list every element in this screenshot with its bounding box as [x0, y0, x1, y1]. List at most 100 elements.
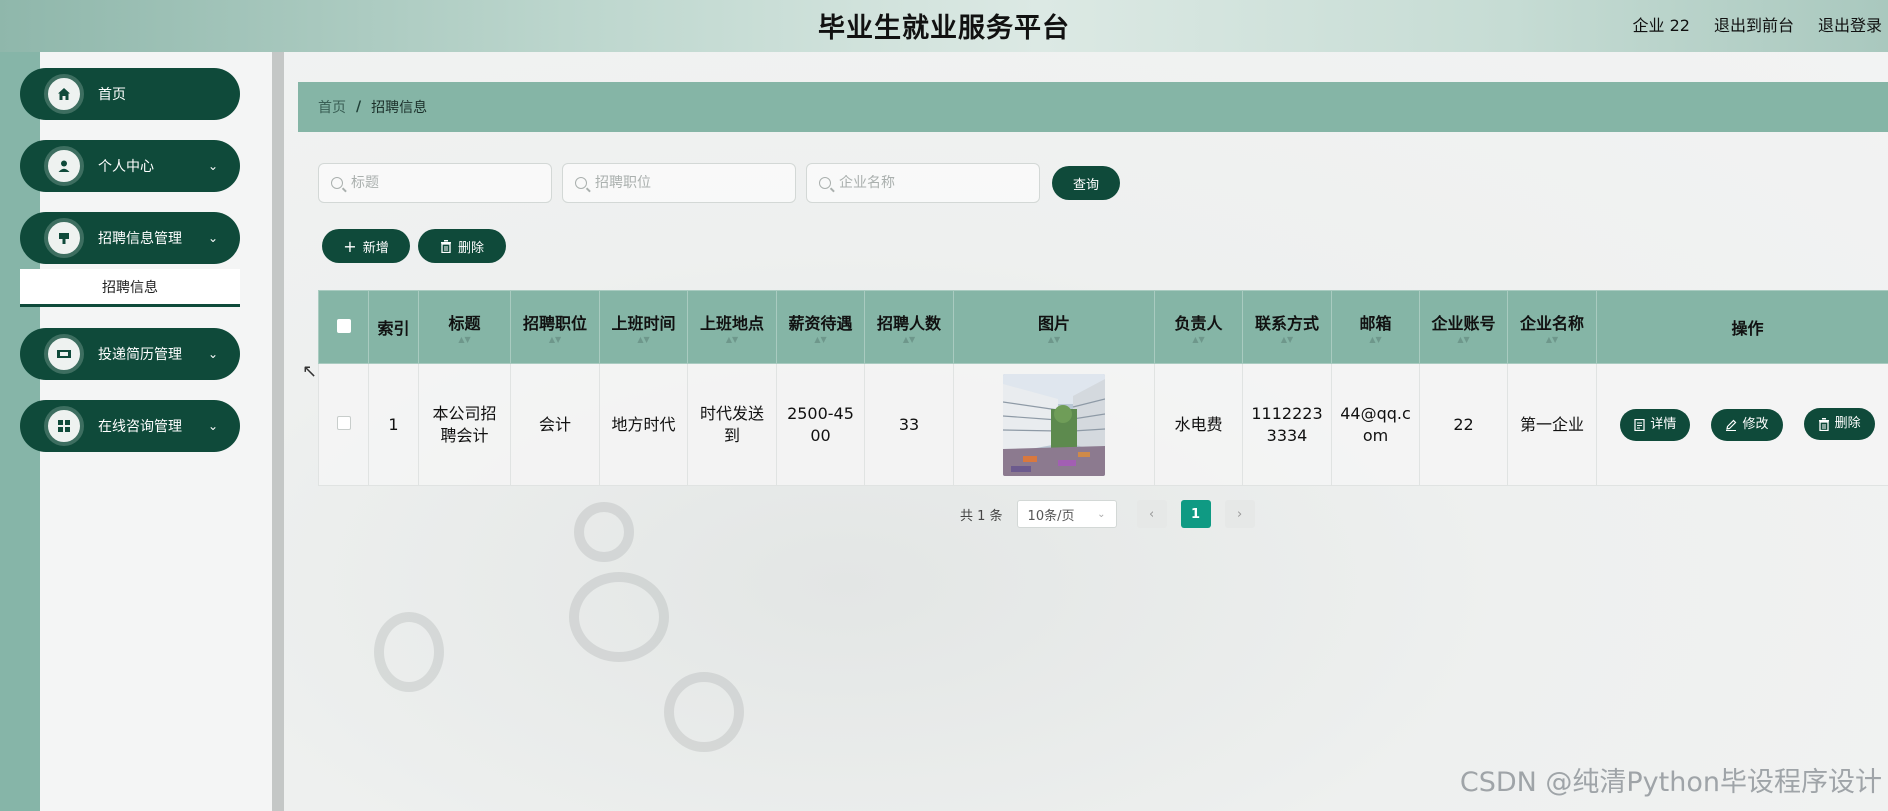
sidebar-item-home[interactable]: 首页 — [20, 68, 240, 120]
mouse-cursor-icon: ↖ — [302, 361, 318, 382]
document-icon — [1634, 418, 1645, 431]
position-search-input[interactable] — [595, 175, 785, 191]
row-delete-button[interactable]: 删除 — [1803, 408, 1875, 441]
sidebar-item-consultation-management[interactable]: 在线咨询管理 ⌄ — [20, 400, 240, 452]
sort-icon[interactable]: ▲▼ — [600, 336, 687, 344]
column-header-image[interactable]: 图片 ▲▼ — [953, 290, 1155, 364]
query-button[interactable]: 查询 — [1052, 166, 1120, 200]
sort-icon[interactable]: ▲▼ — [777, 336, 864, 344]
app-title: 毕业生就业服务平台 — [818, 13, 1070, 44]
pagination: 共 1 条 10条/页 ⌄ ‹ 1 › — [960, 500, 1255, 528]
column-header-title[interactable]: 标题 ▲▼ — [418, 290, 511, 364]
total-count: 共 1 条 — [960, 508, 1003, 524]
next-page-button[interactable]: › — [1224, 500, 1255, 528]
pencil-icon — [1726, 419, 1737, 431]
chevron-down-icon: ⌄ — [207, 419, 218, 433]
sort-icon[interactable]: ▲▼ — [1332, 336, 1419, 344]
column-header-work-time[interactable]: 上班时间 ▲▼ — [599, 290, 688, 364]
edit-button[interactable]: 修改 — [1711, 408, 1783, 441]
chevron-down-icon: ⌄ — [207, 347, 218, 361]
column-header-location[interactable]: 上班地点 ▲▼ — [687, 290, 777, 364]
page-number-current[interactable]: 1 — [1180, 500, 1211, 528]
resume-icon — [44, 334, 84, 374]
cell-account: 22 — [1419, 363, 1508, 486]
watermark: CSDN @纯清Python毕设程序设计 — [1459, 767, 1882, 798]
breadcrumb: 首页 / 招聘信息 — [298, 82, 1888, 132]
exit-to-front-link[interactable]: 退出到前台 — [1714, 12, 1794, 36]
row-select-cell[interactable] — [318, 363, 369, 486]
page-size-select[interactable]: 10条/页 ⌄ — [1016, 500, 1117, 528]
cell-phone: 11122233334 — [1242, 363, 1332, 486]
top-bar: 毕业生就业服务平台 企业 22 退出到前台 退出登录 — [0, 0, 1888, 52]
cell-headcount: 33 — [864, 363, 954, 486]
home-icon — [44, 74, 84, 114]
row-delete-button-label: 删除 — [1834, 416, 1861, 432]
row-checkbox[interactable] — [336, 415, 351, 430]
cell-title: 本公司招聘会计 — [418, 363, 511, 486]
background-decoration — [664, 672, 744, 752]
background-decoration — [569, 572, 669, 662]
job-photo[interactable] — [1003, 373, 1105, 476]
main-content: 首页 / 招聘信息 查询 + 新增 删除 — [284, 52, 1888, 811]
column-header-phone[interactable]: 联系方式 ▲▼ — [1242, 290, 1332, 364]
sidebar-item-recruitment-management[interactable]: 招聘信息管理 ⌄ — [20, 212, 240, 264]
prev-page-button[interactable]: ‹ — [1136, 500, 1167, 528]
cell-salary: 2500-4500 — [776, 363, 865, 486]
sidebar-item-label: 招聘信息管理 — [98, 231, 182, 247]
cell-actions: 详情 修改 删除 — [1596, 363, 1888, 486]
column-header-salary[interactable]: 薪资待遇 ▲▼ — [776, 290, 865, 364]
column-header-contact-person[interactable]: 负责人 ▲▼ — [1154, 290, 1243, 364]
sort-icon[interactable]: ▲▼ — [1243, 336, 1331, 344]
submenu-item-recruitment-info[interactable]: 招聘信息 — [20, 269, 240, 307]
chevron-right-icon: › — [1236, 506, 1243, 522]
trash-icon — [440, 239, 451, 253]
cell-company: 第一企业 — [1507, 363, 1597, 486]
sort-icon[interactable]: ▲▼ — [419, 336, 510, 344]
column-header-headcount[interactable]: 招聘人数 ▲▼ — [864, 290, 954, 364]
select-all-cell[interactable] — [318, 290, 369, 364]
chevron-down-icon: ⌄ — [1097, 508, 1106, 520]
sort-icon[interactable]: ▲▼ — [1508, 336, 1596, 344]
edit-button-label: 修改 — [1742, 416, 1769, 432]
breadcrumb-separator: / — [356, 99, 362, 115]
recruitment-table: 索引 标题 ▲▼ 招聘职位 ▲▼ 上班时间 ▲▼ 上班地点 ▲▼ 薪资待遇 ▲▼ 招聘人数… — [318, 290, 1888, 486]
sidebar-item-resume-management[interactable]: 投递简历管理 ⌄ — [20, 328, 240, 380]
plus-icon: + — [343, 236, 357, 256]
title-search-input[interactable] — [351, 175, 541, 191]
column-header-account[interactable]: 企业账号 ▲▼ — [1419, 290, 1508, 364]
background-decoration — [574, 502, 634, 562]
sidebar-divider[interactable] — [272, 52, 284, 811]
sort-icon[interactable]: ▲▼ — [1155, 336, 1242, 344]
page-size-value: 10条/页 — [1027, 508, 1075, 524]
column-header-position[interactable]: 招聘职位 ▲▼ — [510, 290, 600, 364]
chevron-down-icon: ⌄ — [207, 159, 218, 173]
current-user[interactable]: 企业 22 — [1633, 12, 1690, 36]
search-icon — [331, 177, 343, 189]
column-header-company[interactable]: 企业名称 ▲▼ — [1507, 290, 1597, 364]
sort-icon[interactable]: ▲▼ — [954, 336, 1154, 344]
cell-location: 时代发送到 — [687, 363, 777, 486]
sort-icon[interactable]: ▲▼ — [511, 336, 599, 344]
column-header-email[interactable]: 邮箱 ▲▼ — [1331, 290, 1420, 364]
batch-delete-button[interactable]: 删除 — [418, 229, 506, 263]
delete-button-label: 删除 — [457, 240, 484, 256]
sidebar-item-label: 个人中心 — [98, 159, 154, 175]
grid-icon — [44, 406, 84, 446]
sort-icon[interactable]: ▲▼ — [865, 336, 953, 344]
sort-icon[interactable]: ▲▼ — [1420, 336, 1507, 344]
column-header-index: 索引 — [368, 290, 419, 364]
detail-button[interactable]: 详情 — [1620, 408, 1691, 441]
briefcase-icon — [44, 218, 84, 258]
cell-image — [953, 363, 1155, 486]
cell-index: 1 — [368, 363, 419, 486]
user-icon — [44, 146, 84, 186]
breadcrumb-home[interactable]: 首页 — [318, 97, 346, 117]
select-all-checkbox[interactable] — [336, 318, 351, 333]
company-search-input[interactable] — [839, 175, 1029, 191]
sidebar-item-personal-center[interactable]: 个人中心 ⌄ — [20, 140, 240, 192]
logout-link[interactable]: 退出登录 — [1818, 12, 1882, 36]
sidebar: 首页 个人中心 ⌄ 招聘信息管理 ⌄ 招聘信息 投递简历管理 ⌄ 在线咨询管理 … — [20, 52, 272, 811]
add-button[interactable]: + 新增 — [322, 229, 410, 263]
title-search-box — [318, 163, 552, 203]
sort-icon[interactable]: ▲▼ — [688, 336, 776, 344]
